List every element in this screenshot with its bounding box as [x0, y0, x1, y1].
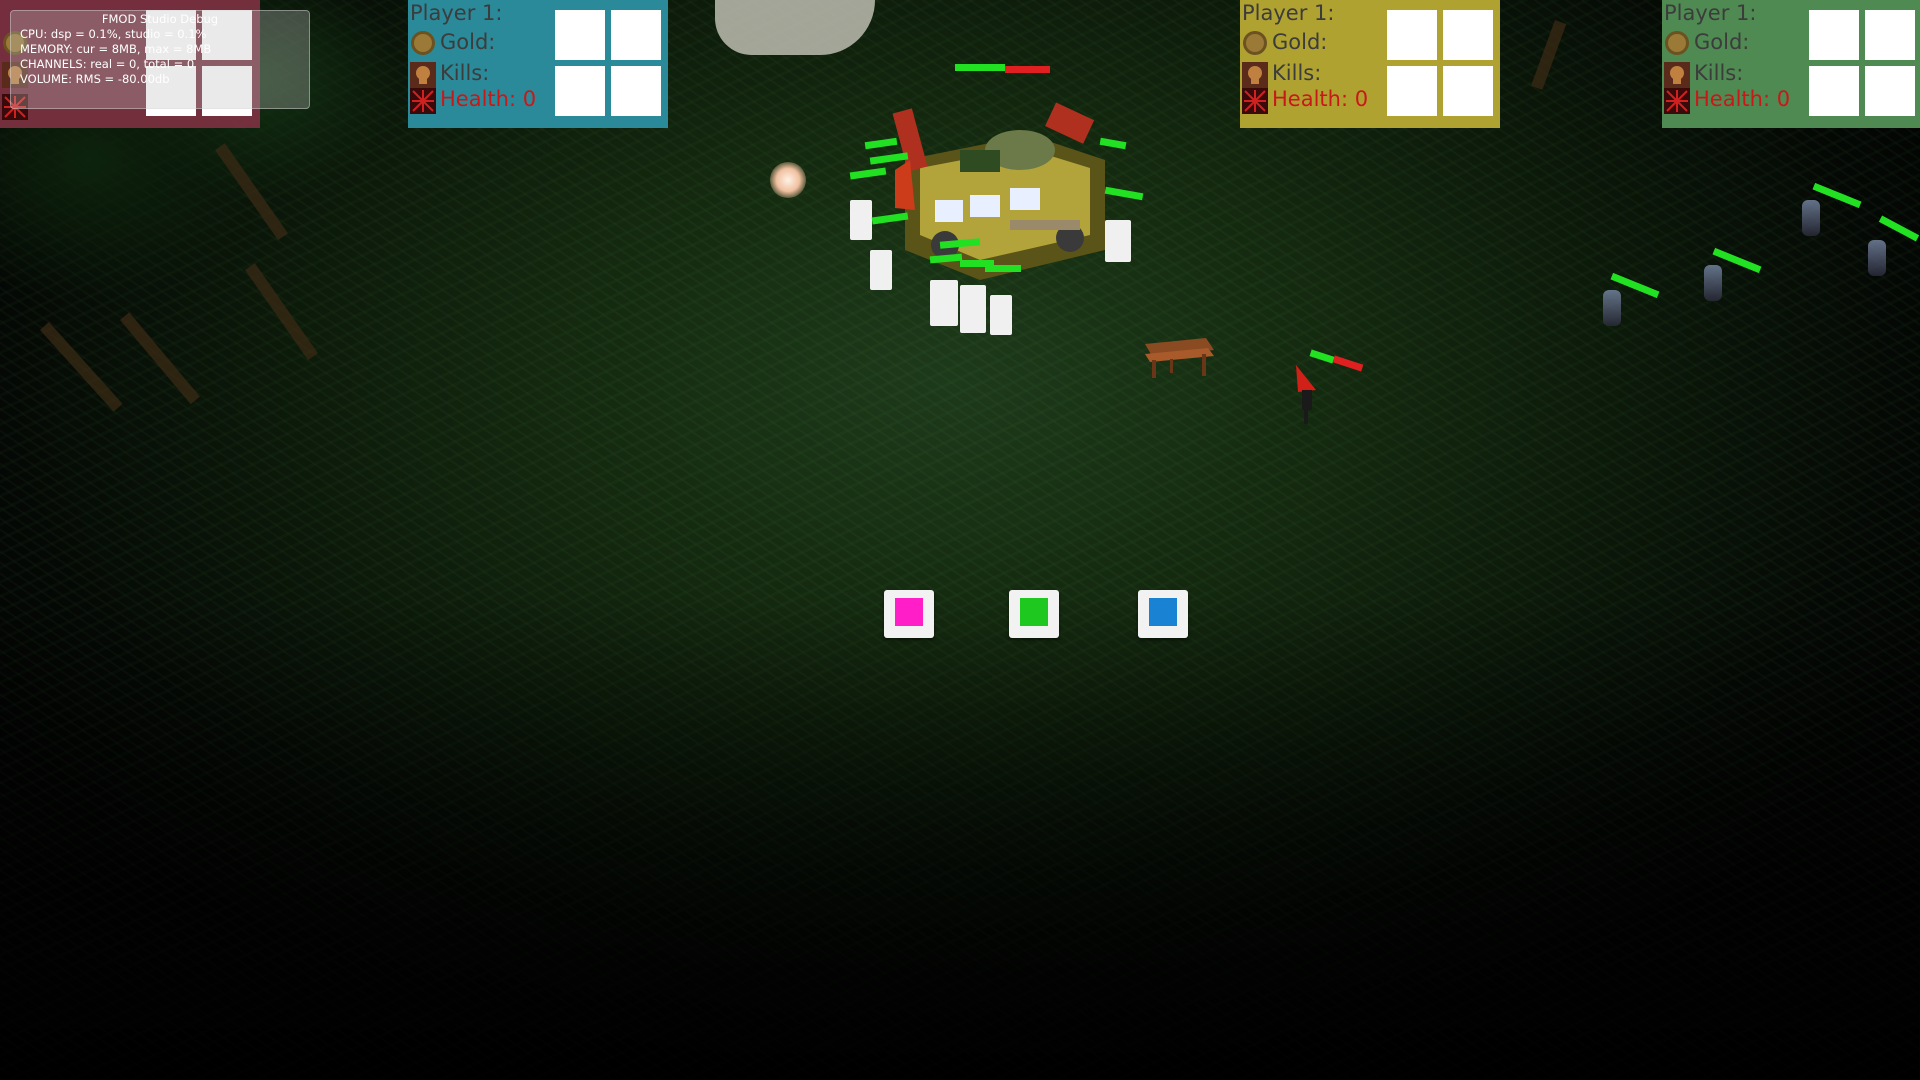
gold-coin-icon	[1664, 30, 1690, 56]
player-title: Player 1:	[1664, 1, 1757, 25]
inventory-slot[interactable]	[555, 10, 605, 60]
player-title: Player 1:	[1242, 1, 1335, 25]
gold-label: Gold:	[1694, 30, 1750, 54]
skull-icon	[410, 62, 436, 88]
skull-icon	[1664, 62, 1690, 88]
health-label: Health: 0	[440, 87, 537, 111]
kills-label: Kills:	[440, 61, 490, 85]
gold-label: Gold:	[440, 30, 496, 54]
skull-icon	[1242, 62, 1268, 88]
kills-label: Kills:	[1272, 61, 1322, 85]
fmod-memory-line: MEMORY: cur = 8MB, max = 8MB	[20, 42, 212, 56]
inventory-slot[interactable]	[1387, 66, 1437, 116]
inventory-slot[interactable]	[555, 66, 605, 116]
inventory-slot[interactable]	[1443, 66, 1493, 116]
player-panel-4: Player 1: Gold: Kills: Health: 0	[1662, 0, 1920, 128]
game-world[interactable]	[0, 0, 1920, 1080]
health-rune-icon	[410, 88, 436, 114]
green-swatch	[1020, 598, 1048, 626]
fmod-debug-overlay: FMOD Studio Debug CPU: dsp = 0.1%, studi…	[10, 10, 310, 109]
color-button-magenta[interactable]	[884, 590, 934, 638]
kills-label: Kills:	[1694, 61, 1744, 85]
inventory-slot[interactable]	[611, 66, 661, 116]
gold-coin-icon	[410, 30, 436, 56]
magenta-swatch	[895, 598, 923, 626]
health-label: Health: 0	[1694, 87, 1791, 111]
health-label: Health: 0	[1272, 87, 1369, 111]
blue-swatch	[1149, 598, 1177, 626]
gold-label: Gold:	[1272, 30, 1328, 54]
fmod-volume-line: VOLUME: RMS = -80.00db	[20, 72, 170, 86]
color-button-blue[interactable]	[1138, 590, 1188, 638]
color-button-green[interactable]	[1009, 590, 1059, 638]
inventory-slot[interactable]	[1865, 10, 1915, 60]
shadow-overlay	[0, 0, 1920, 1080]
inventory-slot[interactable]	[1387, 10, 1437, 60]
gold-coin-icon	[1242, 30, 1268, 56]
inventory-slot[interactable]	[1809, 66, 1859, 116]
inventory-slot[interactable]	[1809, 10, 1859, 60]
player-panel-3: Player 1: Gold: Kills: Health: 0	[1240, 0, 1500, 128]
inventory-slot[interactable]	[1865, 66, 1915, 116]
player-panel-2: Player 1: Gold: Kills: Health: 0	[408, 0, 668, 128]
health-rune-icon	[1664, 88, 1690, 114]
fmod-cpu-line: CPU: dsp = 0.1%, studio = 0.1%	[20, 27, 207, 41]
inventory-slot[interactable]	[611, 10, 661, 60]
fmod-channels-line: CHANNELS: real = 0, total = 0	[20, 57, 195, 71]
health-rune-icon	[1242, 88, 1268, 114]
inventory-slot[interactable]	[1443, 10, 1493, 60]
fmod-debug-title: FMOD Studio Debug	[101, 12, 219, 26]
player-title: Player 1:	[410, 1, 503, 25]
